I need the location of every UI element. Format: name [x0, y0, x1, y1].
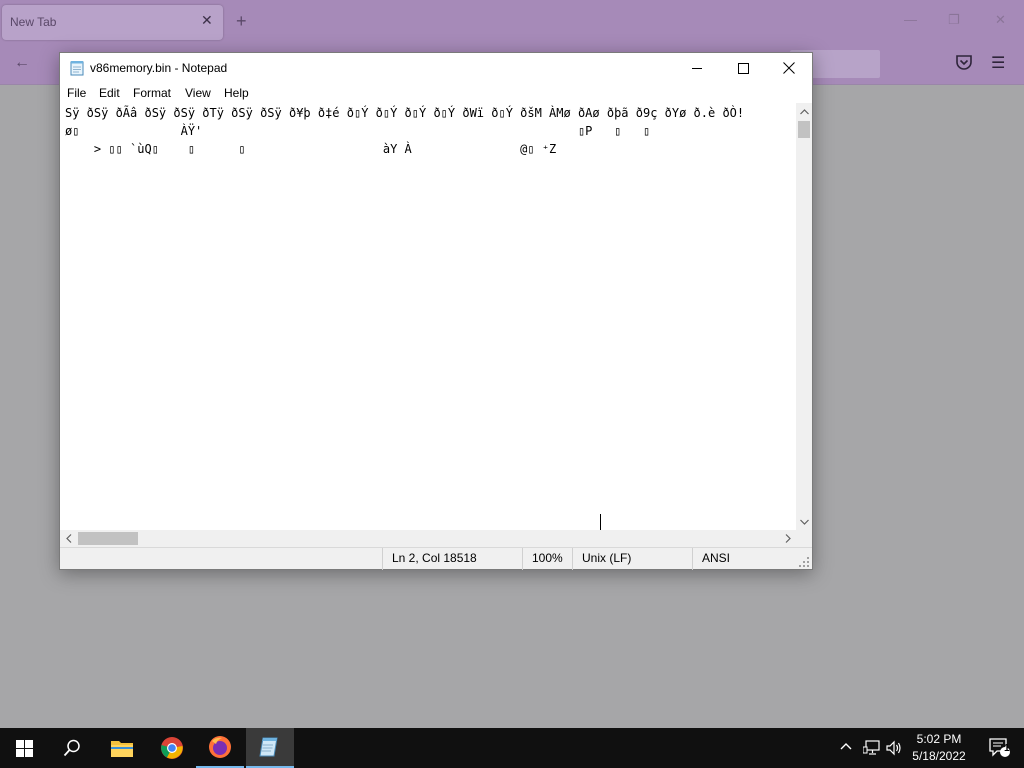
browser-tab-new-tab[interactable]: New Tab ✕	[2, 5, 223, 40]
search-icon	[63, 739, 80, 757]
maximize-icon	[737, 62, 749, 74]
windows-logo-icon	[15, 739, 33, 757]
text-line-1: Sÿ ðSÿ ðÃâ ðSÿ ðSÿ ðTÿ ðSÿ ðSÿ ð¥þ ð‡é ð…	[65, 106, 745, 120]
notification-count-badge: 1	[1004, 743, 1010, 754]
new-tab-button[interactable]: +	[236, 11, 247, 32]
clock-date: 5/18/2022	[912, 749, 966, 763]
window-title: v86memory.bin - Notepad	[90, 61, 228, 75]
chevron-down-icon	[799, 519, 809, 525]
pocket-icon[interactable]	[955, 53, 973, 71]
taskbar-file-explorer[interactable]	[98, 728, 146, 768]
notepad-icon	[259, 737, 278, 757]
resize-grip-icon[interactable]	[798, 556, 810, 568]
close-button[interactable]	[766, 53, 812, 83]
taskbar-chrome[interactable]	[148, 728, 196, 768]
taskbar: 5:02 PM 5/18/2022 1	[0, 728, 1024, 768]
scroll-down-button[interactable]	[796, 513, 812, 530]
system-clock[interactable]: 5:02 PM 5/18/2022	[904, 731, 974, 765]
taskbar-notepad[interactable]	[246, 728, 294, 768]
minimize-icon	[691, 67, 702, 69]
notepad-app-icon	[70, 61, 84, 76]
minimize-button[interactable]	[674, 53, 720, 83]
browser-restore-button[interactable]: ❐	[948, 12, 960, 28]
horizontal-scroll-thumb[interactable]	[78, 532, 138, 545]
menu-help[interactable]: Help	[224, 86, 249, 100]
status-bar: Ln 2, Col 18518 100% Unix (LF) ANSI	[60, 547, 812, 570]
status-zoom: 100%	[522, 548, 572, 570]
clock-time: 5:02 PM	[916, 732, 962, 746]
status-line-ending: Unix (LF)	[572, 548, 692, 570]
hamburger-menu-icon[interactable]: ☰	[991, 53, 1005, 73]
browser-tabbar: New Tab ✕ + — ❐ ✕	[0, 0, 1024, 44]
vertical-scrollbar[interactable]	[796, 103, 812, 530]
menu-file[interactable]: File	[67, 86, 86, 100]
menu-edit[interactable]: Edit	[99, 86, 120, 100]
chevron-right-icon	[785, 534, 791, 543]
notepad-titlebar[interactable]: v86memory.bin - Notepad	[60, 53, 812, 83]
menu-format[interactable]: Format	[133, 86, 171, 100]
chevron-up-icon	[799, 108, 809, 114]
text-editor-area[interactable]: Sÿ ðSÿ ðÃâ ðSÿ ðSÿ ðTÿ ðSÿ ðSÿ ð¥þ ð‡é ð…	[60, 103, 796, 530]
vertical-scroll-thumb[interactable]	[798, 121, 810, 138]
browser-close-button[interactable]: ✕	[995, 12, 1006, 28]
taskbar-firefox[interactable]	[196, 728, 244, 768]
close-tab-icon[interactable]: ✕	[201, 12, 213, 29]
text-line-2: ø▯ ÀŸ' ▯P ▯ ▯	[65, 124, 651, 138]
browser-minimize-button[interactable]: —	[904, 12, 917, 27]
menu-view[interactable]: View	[185, 86, 211, 100]
scroll-left-button[interactable]	[60, 530, 77, 547]
text-cursor	[600, 514, 601, 530]
horizontal-scrollbar[interactable]	[60, 530, 796, 547]
volume-icon[interactable]	[886, 740, 902, 756]
search-button[interactable]	[48, 728, 96, 768]
close-icon	[783, 62, 795, 74]
notepad-window: v86memory.bin - Notepad File Edit Format…	[59, 52, 813, 570]
status-cursor-position: Ln 2, Col 18518	[382, 548, 522, 570]
status-encoding: ANSI	[692, 548, 798, 570]
start-button[interactable]	[0, 728, 48, 768]
chrome-icon	[161, 737, 183, 759]
menu-bar: File Edit Format View Help	[60, 83, 812, 103]
firefox-icon	[209, 736, 231, 758]
browser-tab-title: New Tab	[10, 15, 57, 29]
folder-icon	[111, 741, 133, 757]
maximize-button[interactable]	[720, 53, 766, 83]
text-line-3: > ▯▯ `ùQ▯ ▯ ▯ àY À @▯ ⁺Z	[65, 142, 557, 156]
scroll-right-button[interactable]	[779, 530, 796, 547]
show-hidden-icons-icon[interactable]	[840, 742, 852, 750]
scroll-up-button[interactable]	[796, 103, 812, 120]
network-icon[interactable]	[863, 740, 881, 756]
back-arrow-icon[interactable]: ←	[14, 54, 30, 72]
chevron-left-icon	[65, 534, 71, 543]
action-center-button[interactable]: 1	[978, 728, 1022, 768]
scrollbar-corner	[796, 530, 812, 547]
